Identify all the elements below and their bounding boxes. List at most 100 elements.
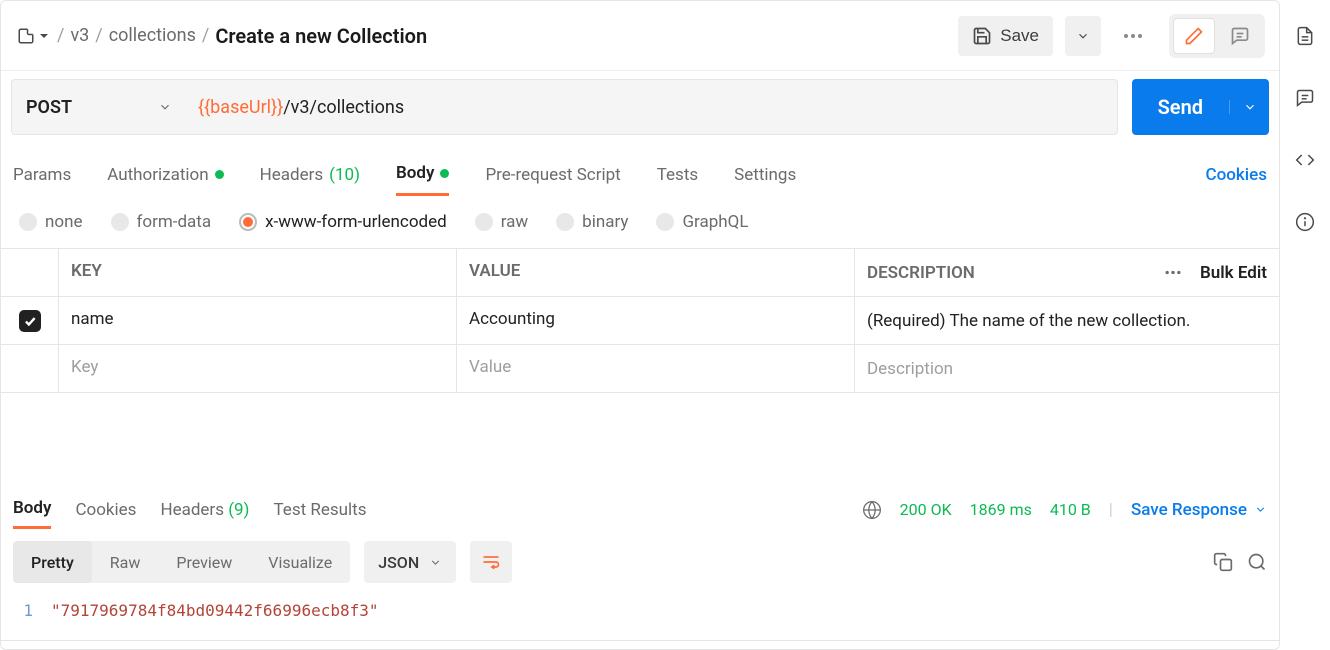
row-key-input[interactable]: name (59, 297, 457, 344)
radio-label: form-data (137, 212, 212, 232)
save-response-button[interactable]: Save Response (1131, 500, 1267, 520)
kv-desc-header-label: DESCRIPTION (867, 263, 975, 283)
tab-body-label: Body (396, 163, 434, 183)
body-type-none[interactable]: none (19, 212, 83, 232)
response-content: "7917969784f84bd09442f66996ecb8f3" (51, 601, 379, 620)
status-dot-icon (215, 170, 224, 179)
row-value-input[interactable]: Accounting (457, 297, 855, 344)
view-raw[interactable]: Raw (92, 541, 159, 583)
view-preview[interactable]: Preview (158, 541, 250, 583)
comments-icon[interactable] (1295, 88, 1315, 108)
tab-prerequest[interactable]: Pre-request Script (485, 155, 620, 195)
resp-tab-test-results[interactable]: Test Results (273, 492, 366, 528)
wrap-icon (481, 552, 501, 572)
row-desc-input[interactable]: Description (855, 345, 1279, 392)
chevron-down-icon (1243, 100, 1257, 114)
row-checkbox (1, 345, 59, 392)
chevron-down-icon (1076, 29, 1090, 43)
breadcrumb-seg1[interactable]: v3 (70, 25, 89, 46)
tab-settings[interactable]: Settings (734, 155, 796, 195)
build-mode-button[interactable] (1173, 18, 1215, 54)
method-select[interactable]: POST (11, 79, 186, 135)
radio-label: x-www-form-urlencoded (265, 212, 447, 232)
status-size: 410 B (1050, 500, 1091, 519)
save-response-label: Save Response (1131, 500, 1247, 520)
breadcrumb-folder-icon[interactable] (15, 25, 51, 47)
chevron-down-icon (158, 100, 172, 114)
globe-icon[interactable] (862, 500, 882, 520)
row-checkbox[interactable] (1, 297, 59, 344)
row-value-input[interactable]: Value (457, 345, 855, 392)
view-visualize[interactable]: Visualize (250, 541, 350, 583)
table-row: name Accounting (Required) The name of t… (1, 297, 1279, 345)
radio-label: GraphQL (682, 212, 748, 232)
cookies-link[interactable]: Cookies (1206, 155, 1267, 195)
send-dropdown-button[interactable] (1229, 100, 1269, 114)
breadcrumb-seg2[interactable]: collections (109, 25, 196, 46)
radio-label: none (45, 212, 83, 232)
save-dropdown-button[interactable] (1065, 16, 1101, 56)
radio-label: binary (582, 212, 628, 232)
url-path: /v3/collections (283, 97, 404, 118)
tab-params[interactable]: Params (13, 155, 71, 195)
table-row: Key Value Description (1, 345, 1279, 393)
body-type-urlencoded[interactable]: x-www-form-urlencoded (239, 212, 447, 232)
body-type-raw[interactable]: raw (475, 212, 528, 232)
breadcrumb-sep: / (51, 25, 70, 46)
breadcrumb-sep: / (89, 25, 108, 46)
save-button[interactable]: Save (958, 16, 1053, 56)
resp-tab-headers[interactable]: Headers (9) (160, 492, 249, 528)
url-input[interactable]: {{baseUrl}}/v3/collections (186, 79, 1118, 135)
send-button[interactable]: Send (1132, 79, 1269, 135)
view-mode-group: Pretty Raw Preview Visualize (13, 541, 350, 583)
tab-body[interactable]: Body (396, 153, 449, 196)
copy-icon[interactable] (1213, 552, 1233, 572)
save-button-label: Save (1000, 26, 1039, 46)
tab-tests[interactable]: Tests (657, 155, 698, 195)
tab-authorization[interactable]: Authorization (107, 155, 223, 195)
kv-value-header: VALUE (457, 249, 855, 296)
chevron-down-icon (1254, 503, 1267, 516)
wrap-lines-button[interactable] (470, 541, 512, 583)
dots-icon[interactable] (1164, 270, 1182, 275)
kv-check-header (1, 249, 59, 296)
pencil-icon (1184, 26, 1204, 46)
radio-label: raw (501, 212, 528, 232)
body-type-binary[interactable]: binary (556, 212, 628, 232)
send-button-label: Send (1132, 95, 1229, 119)
status-dot-icon (440, 169, 449, 178)
status-code: 200 OK (900, 500, 952, 519)
breadcrumb-sep: / (196, 25, 215, 46)
tab-authorization-label: Authorization (107, 165, 208, 185)
language-select[interactable]: JSON (364, 541, 456, 583)
view-pretty[interactable]: Pretty (13, 541, 92, 583)
info-icon[interactable] (1295, 212, 1315, 232)
status-time: 1869 ms (970, 500, 1032, 519)
tab-headers[interactable]: Headers (10) (260, 155, 360, 195)
save-icon (972, 26, 992, 46)
more-options-button[interactable] (1113, 16, 1153, 56)
comment-icon (1230, 26, 1250, 46)
tab-headers-label: Headers (260, 165, 324, 185)
language-label: JSON (378, 553, 419, 572)
body-type-graphql[interactable]: GraphQL (656, 212, 748, 232)
resp-tab-headers-count: (9) (228, 500, 249, 520)
code-icon[interactable] (1295, 150, 1315, 170)
resp-tab-cookies[interactable]: Cookies (75, 492, 136, 528)
row-desc-input[interactable]: (Required) The name of the new collectio… (855, 297, 1279, 344)
body-type-form-data[interactable]: form-data (111, 212, 212, 232)
search-icon[interactable] (1247, 552, 1267, 572)
documentation-icon[interactable] (1295, 26, 1315, 46)
kv-key-header: KEY (59, 249, 457, 296)
tab-headers-count: (10) (329, 165, 360, 185)
dots-icon (1123, 33, 1143, 39)
bulk-edit-button[interactable]: Bulk Edit (1200, 263, 1267, 283)
url-variable: {{baseUrl}} (198, 97, 283, 118)
comment-mode-button[interactable] (1219, 18, 1261, 54)
row-key-input[interactable]: Key (59, 345, 457, 392)
breadcrumb-title[interactable]: Create a new Collection (215, 24, 427, 48)
chevron-down-icon (429, 556, 442, 569)
resp-tab-body[interactable]: Body (13, 490, 51, 529)
resp-tab-headers-label: Headers (160, 500, 224, 520)
kv-desc-header: DESCRIPTION Bulk Edit (855, 249, 1279, 296)
